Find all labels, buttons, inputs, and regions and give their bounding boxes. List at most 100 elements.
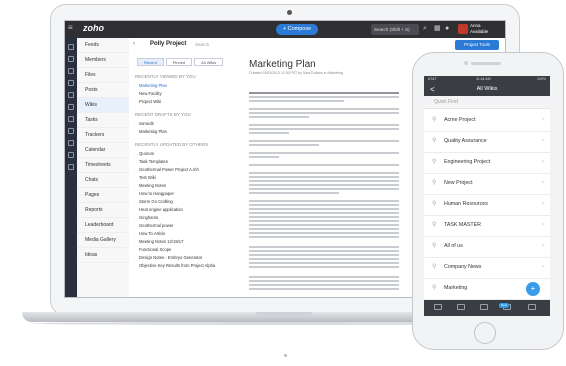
list-item[interactable]: ⚲ Company News › — [424, 257, 550, 279]
wiki-icon: ⚲ — [432, 117, 437, 123]
section-recently-viewed: RECENTLY VIEWED BY YOU — [135, 74, 196, 79]
tab-all-wikis[interactable]: All Wikis — [194, 58, 224, 66]
nav-item-trackers[interactable]: Trackers — [77, 128, 129, 143]
list-item[interactable]: How to Hangpaper — [139, 191, 174, 196]
nav-item-wikis[interactable]: Wikis — [77, 98, 129, 113]
list-item[interactable]: Geothermal power — [139, 223, 173, 228]
nav-item-posts[interactable]: Posts — [77, 83, 129, 98]
doc-paragraph — [249, 92, 399, 104]
doc-paragraph — [249, 276, 399, 292]
nav-item-members[interactable]: Members — [77, 53, 129, 68]
doc-paragraph — [249, 246, 399, 270]
list-item[interactable]: somedit — [139, 121, 154, 126]
nav-item-pages[interactable]: Pages — [77, 188, 129, 203]
list-item[interactable]: Marketing Plan — [139, 83, 167, 88]
chevron-right-icon: › — [542, 117, 544, 123]
section-recent-drafts: RECENT DRAFTS BY YOU — [135, 112, 191, 117]
notification-icon[interactable]: ● — [445, 24, 449, 34]
list-item[interactable]: Meeting Notes 12/19/17 — [139, 239, 183, 244]
user-availability: Available — [470, 29, 489, 34]
nav-item-media-gallery[interactable]: Media Gallery — [77, 233, 129, 248]
list-item[interactable]: Ginghams — [139, 215, 158, 220]
nav-item-ideas[interactable]: Ideas — [77, 248, 129, 263]
wiki-icon: ⚲ — [432, 138, 437, 144]
list-item[interactable]: ⚲ Acme Project › — [424, 110, 550, 132]
settings-icon[interactable] — [68, 152, 74, 158]
home-tab-icon[interactable] — [434, 304, 442, 310]
back-icon[interactable]: ‹ — [133, 41, 135, 47]
user-status[interactable]: Anna Available — [470, 23, 488, 35]
list-item[interactable]: Marketing Plan — [139, 129, 167, 134]
wiki-icon: ⚲ — [432, 201, 437, 207]
list-item[interactable]: Quorum — [139, 151, 154, 156]
list-item[interactable]: ⚲ Engineering Project › — [424, 152, 550, 174]
avatar[interactable] — [458, 24, 468, 34]
list-item[interactable]: New Facility — [139, 91, 162, 96]
more-tab-icon[interactable] — [528, 304, 536, 310]
list-item[interactable]: Task Templates — [139, 159, 168, 164]
doc-icon[interactable] — [68, 92, 74, 98]
doc-paragraph — [249, 124, 399, 136]
new-wiki-button[interactable]: + — [526, 282, 540, 296]
chevron-right-icon: › — [542, 264, 544, 270]
list-item[interactable]: ⚲ Human Resources › — [424, 194, 550, 216]
chevron-right-icon: › — [542, 201, 544, 207]
nav-item-calendar[interactable]: Calendar — [77, 143, 129, 158]
list-item[interactable]: Heat engine application — [139, 207, 183, 212]
nav-item-reports[interactable]: Reports — [77, 203, 129, 218]
list-item[interactable]: ⚲ TASK MASTER › — [424, 215, 550, 237]
nav-item-files[interactable]: Files — [77, 68, 129, 83]
app-logo[interactable]: zoho — [83, 23, 104, 33]
back-icon[interactable]: < — [430, 83, 435, 96]
list-item[interactable]: ⚲ All of us › — [424, 236, 550, 258]
quick-find-input[interactable]: Quick Find — [424, 96, 550, 109]
nav-item-leaderboard[interactable]: Leaderboard — [77, 218, 129, 233]
section-updated-by-others: RECENTLY UPDATED BY OTHERS — [135, 142, 209, 147]
search-input[interactable]: Search (Shift + S) — [371, 24, 419, 35]
page-title: Marketing Plan — [249, 59, 316, 70]
nav-item-timesheets[interactable]: Timesheets — [77, 158, 129, 173]
project-title[interactable]: Polly Project — [150, 41, 186, 47]
people-icon[interactable] — [68, 128, 74, 134]
home-icon[interactable] — [68, 44, 74, 50]
projects-tab-icon[interactable] — [480, 304, 488, 310]
phone-screen: AT&T 11:44 AM 100% < All Wikis Quick Fin… — [424, 76, 550, 316]
list-item[interactable]: Storm Go Crafting — [139, 199, 173, 204]
tag-icon[interactable] — [68, 164, 74, 170]
list-item[interactable]: Geothermal Power Project A.mh — [139, 167, 199, 172]
search-icon[interactable]: ⌕ — [423, 24, 427, 34]
list-item[interactable]: Design Notes - Embryo Generator — [139, 255, 202, 260]
project-tools-button[interactable]: Project Tools — [455, 40, 499, 50]
list-item[interactable]: ⚲ New Project › — [424, 173, 550, 195]
chat-icon[interactable] — [68, 104, 74, 110]
compose-button[interactable]: + Compose — [276, 24, 318, 35]
nav-item-tasks[interactable]: Tasks — [77, 113, 129, 128]
list-item[interactable]: Functional Scope — [139, 247, 171, 252]
feeds-icon[interactable] — [68, 56, 74, 62]
tab-recent[interactable]: Recent — [137, 58, 164, 66]
calendar-icon[interactable] — [68, 116, 74, 122]
grid-icon[interactable]: ▦ — [434, 24, 441, 34]
table-dot — [284, 354, 287, 357]
task-icon[interactable] — [68, 80, 74, 86]
list-item[interactable]: How To Article — [139, 231, 165, 236]
tab-pinned[interactable]: Pinned — [165, 58, 193, 66]
wiki-list-panel: Recent Pinned All Wikis RECENTLY VIEWED … — [129, 52, 240, 297]
clock-icon[interactable] — [68, 68, 74, 74]
menu-icon[interactable]: ≡ — [68, 24, 76, 32]
nav-item-chats[interactable]: Chats — [77, 173, 129, 188]
phone-header-title: All Wikis — [476, 86, 498, 92]
feeds-tab-icon[interactable] — [457, 304, 465, 310]
list-item[interactable]: Objective Key Results from Project Alpha — [139, 263, 215, 268]
list-item[interactable]: Test Wiki — [139, 175, 156, 180]
doc-meta: Created 03/03/2013 11:36 PST by Sara Dol… — [249, 71, 343, 75]
project-search[interactable]: Search — [195, 42, 209, 47]
home-button[interactable] — [474, 322, 496, 344]
list-item[interactable]: Project Wiki — [139, 99, 161, 104]
list-item[interactable]: Meeting Notes — [139, 183, 166, 188]
chart-icon[interactable] — [68, 140, 74, 146]
doc-paragraph — [249, 164, 399, 168]
chevron-right-icon: › — [542, 180, 544, 186]
nav-item-feeds[interactable]: Feeds — [77, 38, 129, 53]
list-item[interactable]: ⚲ Quality Assurance › — [424, 131, 550, 153]
